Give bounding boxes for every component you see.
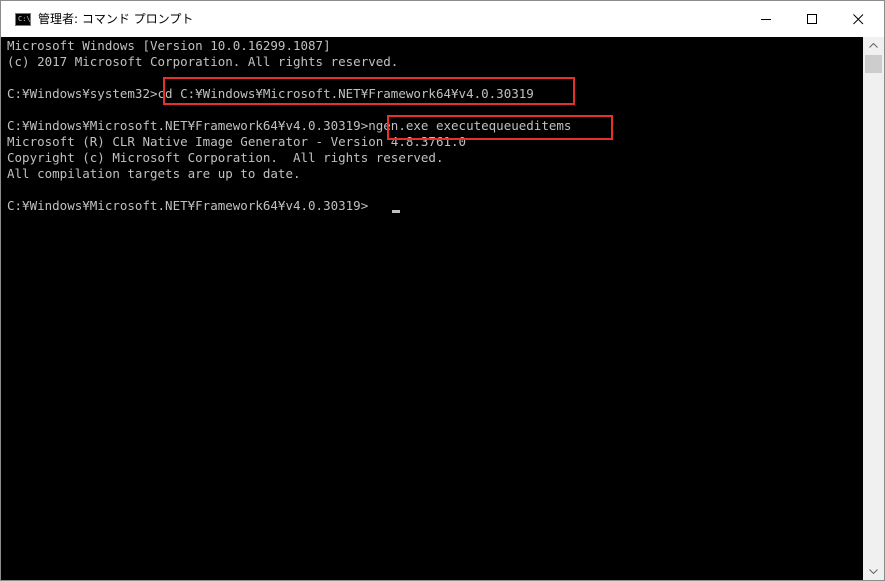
app-icon-label: C:\ [18, 15, 31, 23]
command-prompt-window: C:\ 管理者: コマンド プロンプト Microsoft Windows [V… [0, 0, 885, 581]
minimize-icon [761, 19, 771, 20]
console-line: (c) 2017 Microsoft Corporation. All righ… [7, 54, 399, 69]
title-bar[interactable]: C:\ 管理者: コマンド プロンプト [1, 1, 884, 37]
console-line: Microsoft Windows [Version 10.0.16299.10… [7, 38, 331, 53]
console-line: All compilation targets are up to date. [7, 166, 301, 181]
scroll-down-button[interactable] [863, 563, 884, 580]
highlight-cd-command [163, 77, 575, 105]
window-title: 管理者: コマンド プロンプト [38, 12, 194, 26]
console-line: Copyright (c) Microsoft Corporation. All… [7, 150, 444, 165]
scroll-up-button[interactable] [863, 37, 884, 54]
minimize-button[interactable] [744, 1, 790, 37]
console-line: C:¥Windows¥Microsoft.NET¥Framework64¥v4.… [7, 198, 369, 213]
command-prompt-icon[interactable]: C:\ [15, 13, 31, 26]
chevron-up-icon [869, 43, 878, 48]
text-cursor [392, 210, 400, 213]
close-button[interactable] [836, 1, 882, 37]
console-output[interactable]: Microsoft Windows [Version 10.0.16299.10… [1, 37, 863, 580]
chevron-down-icon [869, 569, 878, 574]
maximize-button[interactable] [790, 1, 836, 37]
close-icon [853, 14, 864, 25]
scrollbar-thumb[interactable] [865, 55, 882, 73]
maximize-icon [807, 14, 817, 24]
vertical-scrollbar[interactable] [863, 37, 884, 580]
highlight-ngen-command [387, 115, 613, 140]
